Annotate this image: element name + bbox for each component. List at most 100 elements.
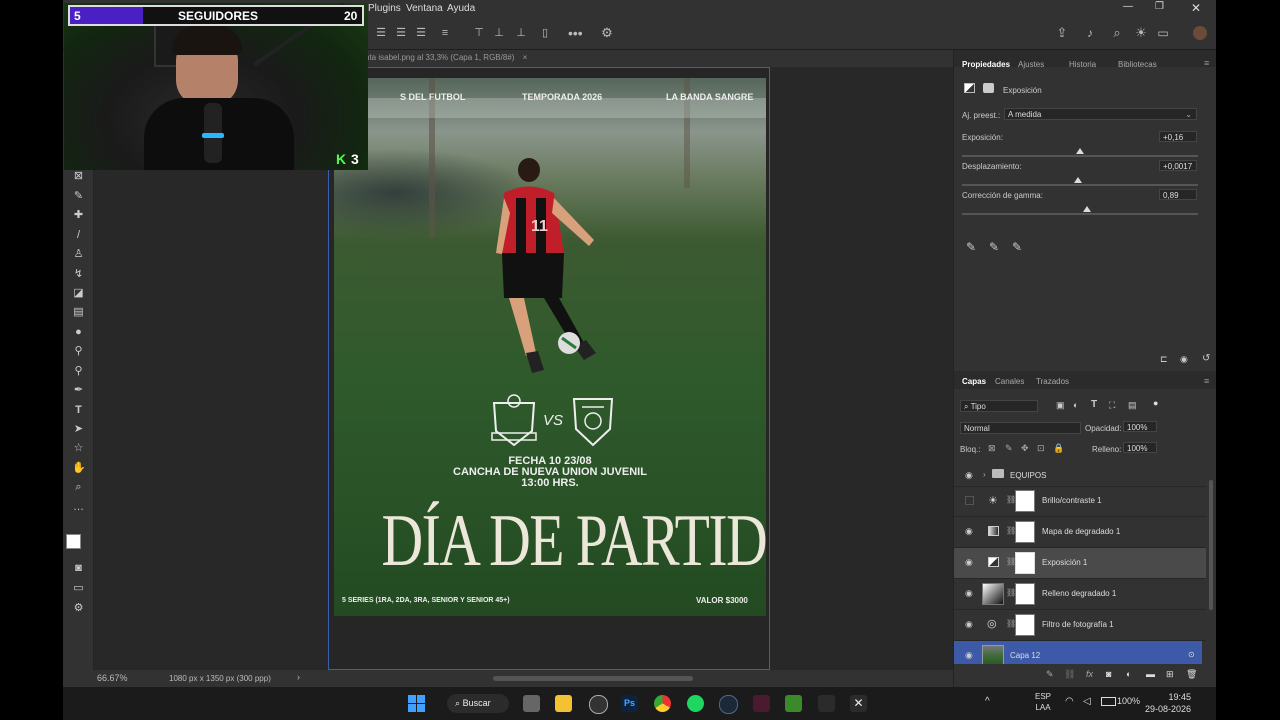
tab-libraries[interactable]: Bibliotecas	[1118, 60, 1157, 69]
pen-tool-icon[interactable]: ✒	[72, 384, 85, 397]
tab-history[interactable]: Historia	[1069, 60, 1096, 69]
gray-point-eyedropper-icon[interactable]: ✎	[989, 240, 999, 254]
eye-icon[interactable]: ◉	[965, 651, 976, 660]
layer-gradient-map[interactable]: ◉ ⛓ Mapa de degradado 1	[954, 517, 1206, 548]
chevron-right-icon[interactable]: ›	[983, 470, 986, 479]
frame-tool-icon[interactable]: ⊠	[72, 170, 85, 183]
black-point-eyedropper-icon[interactable]: ✎	[966, 240, 976, 254]
wifi-icon[interactable]: ◠	[1065, 696, 1074, 707]
tab-paths[interactable]: Trazados	[1036, 377, 1069, 386]
menu-plugins[interactable]: Plugins	[368, 3, 401, 14]
tab-channels[interactable]: Canales	[995, 377, 1024, 386]
extra-tools-icon[interactable]: ⚙	[72, 602, 85, 615]
eye-icon[interactable]: ◉	[965, 527, 976, 536]
gradient-tool-icon[interactable]: ▤	[72, 306, 85, 319]
filter-pixel-icon[interactable]: ▣	[1056, 400, 1065, 411]
app-icon-v[interactable]	[753, 695, 770, 712]
lock-all-icon[interactable]: 🔒	[1053, 443, 1064, 454]
menu-ayuda[interactable]: Ayuda	[447, 3, 475, 14]
dodge-tool-icon[interactable]: ⚲	[72, 345, 85, 358]
new-group-icon[interactable]: ▬	[1146, 669, 1155, 679]
gamma-value-field[interactable]: 0,89	[1159, 189, 1197, 200]
close-tab-icon[interactable]: ×	[523, 53, 528, 62]
clock[interactable]: 19:45 29-08-2026	[1145, 691, 1191, 715]
white-point-eyedropper-icon[interactable]: ✎	[1012, 240, 1022, 254]
chrome-icon[interactable]	[654, 695, 671, 712]
preset-dropdown[interactable]: A medida ⌄	[1004, 108, 1197, 120]
layer-gradient-fill[interactable]: ◉ ⛓ Relleno degradado 1	[954, 579, 1206, 610]
brush-tool-icon[interactable]: /	[72, 229, 85, 242]
path-selection-icon[interactable]: ➤	[72, 423, 85, 436]
panel-menu-icon[interactable]: ≡	[1204, 58, 1209, 68]
tab-adjustments[interactable]: Ajustes	[1018, 60, 1044, 69]
fx-icon[interactable]: fx	[1086, 669, 1093, 679]
eye-icon[interactable]: ◉	[965, 558, 976, 567]
layer-equipos[interactable]: ◉ › EQUIPOS	[954, 464, 1206, 487]
layer-photo-filter[interactable]: ◉ ◎ ⛓ Filtro de fotografía 1	[954, 610, 1206, 641]
foreground-color-swatch[interactable]	[66, 534, 81, 549]
eye-icon[interactable]: ◉	[965, 471, 976, 480]
layer-mask-thumb[interactable]	[1015, 490, 1035, 512]
exposure-slider-knob[interactable]	[1076, 148, 1084, 154]
layer-filter-dropdown[interactable]: ⌕ Tipo	[960, 400, 1038, 412]
notifications-bell-icon[interactable]: ♪	[1084, 27, 1096, 39]
clip-to-layer-icon[interactable]: ⊏	[1160, 354, 1168, 365]
layer-brightness-contrast[interactable]: ☀ ⛓ Brillo/contraste 1	[954, 486, 1206, 517]
link-layers-icon[interactable]: ⛓	[1064, 669, 1075, 680]
new-layer-icon[interactable]: ⊞	[1166, 669, 1174, 680]
obs-icon[interactable]	[589, 695, 608, 714]
distribute-v-icon[interactable]: ▯	[539, 27, 551, 39]
poster-image[interactable]: 11 S DEL FUTBOL TEMPORADA 2026 LA BANDA …	[334, 78, 766, 616]
menu-ventana[interactable]: Ventana	[406, 3, 443, 14]
zoom-tool-icon[interactable]: ⌕	[72, 481, 85, 494]
lock-transparency-icon[interactable]: ⊠	[988, 443, 996, 454]
align-bottom-icon[interactable]: ⊥	[515, 27, 527, 39]
gamma-slider-knob[interactable]	[1083, 206, 1091, 212]
minecraft-icon[interactable]	[785, 695, 802, 712]
photoshop-icon[interactable]: Ps	[621, 695, 638, 712]
discover-lightbulb-icon[interactable]: ☀	[1135, 26, 1147, 39]
user-avatar[interactable]	[1193, 26, 1207, 40]
blur-tool-icon[interactable]: ●	[72, 326, 85, 339]
lock-pixels-icon[interactable]: ✎	[1005, 443, 1013, 454]
windows-start-icon[interactable]	[408, 695, 425, 712]
app-icon-small[interactable]	[818, 695, 835, 712]
share-icon[interactable]: ⇪	[1056, 26, 1068, 39]
blend-mode-dropdown[interactable]: Normal	[960, 422, 1081, 434]
volume-icon[interactable]: ◁	[1083, 696, 1091, 707]
hand-tool-icon[interactable]: ✋	[72, 462, 86, 475]
mask-icon[interactable]	[983, 83, 994, 93]
align-top-icon[interactable]: ⊤	[473, 27, 485, 39]
more-options-icon[interactable]: •••	[568, 26, 583, 40]
layer-mask-thumb[interactable]	[1015, 583, 1035, 605]
lock-position-icon[interactable]: ✥	[1021, 443, 1029, 454]
offset-value-field[interactable]: +0,0017	[1159, 160, 1197, 171]
artboard[interactable]: 11 S DEL FUTBOL TEMPORADA 2026 LA BANDA …	[328, 67, 770, 670]
layers-scrollbar[interactable]	[1209, 480, 1213, 610]
eraser-tool-icon[interactable]: ◪	[72, 287, 85, 300]
align-center-h-icon[interactable]: ☰	[395, 27, 407, 39]
screen-mode-icon[interactable]: ▭	[72, 582, 85, 595]
delete-layer-icon[interactable]: 🗑	[1186, 669, 1197, 680]
eye-hidden-box[interactable]	[965, 496, 974, 505]
opacity-field[interactable]: 100%	[1123, 421, 1157, 432]
restore-icon[interactable]: ❐	[1155, 1, 1164, 12]
lock-artboard-icon[interactable]: ⊡	[1037, 443, 1045, 454]
filter-toggle-icon[interactable]: ●	[1153, 398, 1158, 408]
eye-icon[interactable]: ◉	[965, 589, 976, 598]
offset-slider-knob[interactable]	[1074, 177, 1082, 183]
fill-field[interactable]: 100%	[1123, 442, 1157, 453]
filter-adjustment-icon[interactable]: ◐	[1073, 400, 1078, 410]
reset-icon[interactable]: ↺	[1202, 353, 1210, 364]
status-arrow-icon[interactable]: ›	[297, 672, 300, 682]
settings-gear-icon[interactable]: ⚙	[601, 26, 613, 39]
minimize-icon[interactable]: —	[1123, 1, 1133, 12]
battery-icon[interactable]	[1101, 697, 1116, 706]
distribute-h-icon[interactable]: ≡	[439, 27, 451, 39]
eyedropper-tool-icon[interactable]: ✎	[72, 190, 85, 203]
gamma-slider[interactable]	[962, 213, 1198, 215]
file-explorer-icon[interactable]	[555, 695, 572, 712]
layer-exposure[interactable]: ◉ ⛓ Exposición 1	[954, 548, 1206, 579]
layer-mask-thumb[interactable]	[1015, 614, 1035, 636]
history-brush-icon[interactable]: ↯	[72, 268, 85, 281]
